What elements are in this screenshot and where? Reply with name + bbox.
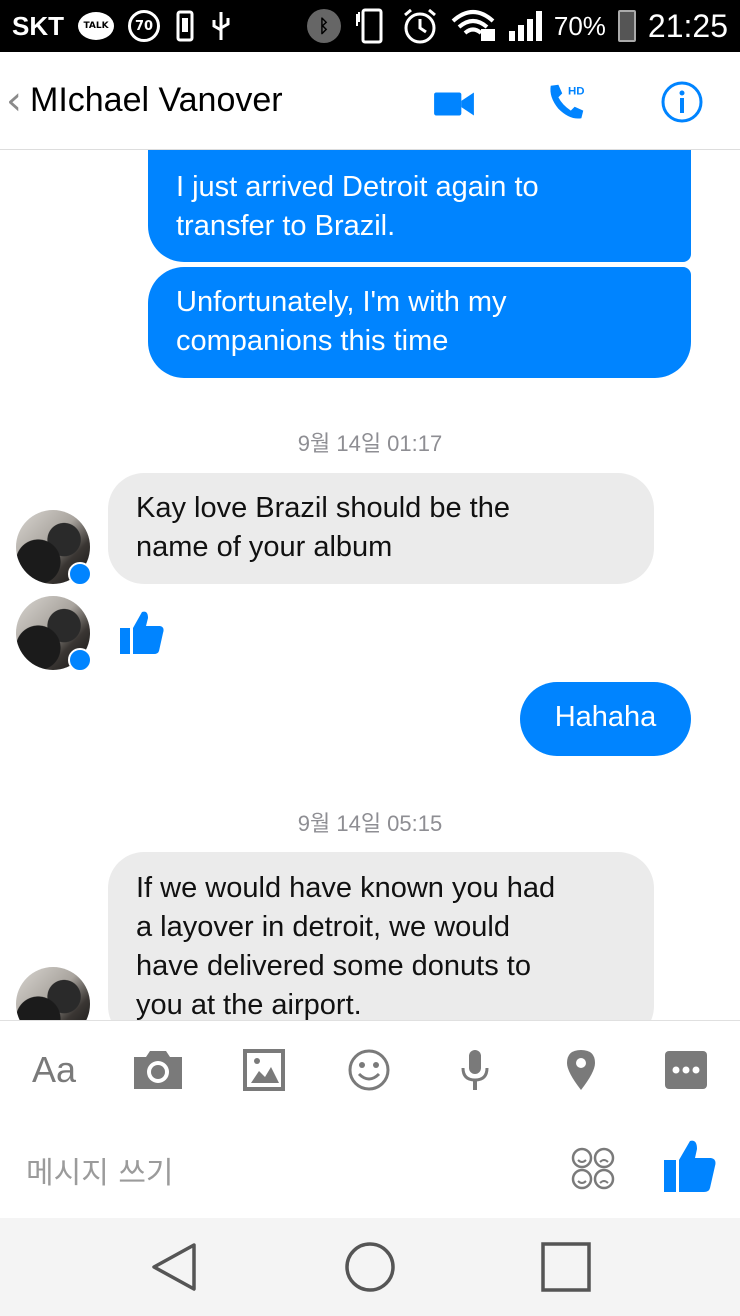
message-line: I just arrived Detroit again to [176, 171, 539, 203]
composer-toolbar: Aa [0, 1020, 740, 1118]
message-line: Unfortunately, I'm with my [176, 286, 507, 318]
contact-avatar[interactable] [16, 967, 90, 1020]
wifi-locked-icon [451, 10, 495, 41]
like-sticker-icon[interactable] [118, 608, 166, 658]
contact-name[interactable]: MIchael Vanover [30, 81, 283, 120]
carrier-label: SKT [12, 10, 64, 41]
like-button-icon[interactable] [662, 1138, 718, 1194]
message-bubble-outgoing[interactable]: I just arrived Detroit again to transfer… [148, 150, 691, 262]
message-line: companions this time [176, 325, 449, 357]
kakaotalk-icon: TALK [78, 12, 114, 40]
message-line: name of your album [136, 531, 393, 563]
battery-percent: 70% [553, 10, 606, 41]
vibrate-icon [355, 8, 383, 44]
message-bubble-incoming[interactable]: If we would have known you had a layover… [108, 852, 654, 1020]
messenger-screen: SKT TALK 70 ᛒ 70% 21:25 ‹ MIchael Vanove… [0, 0, 740, 1316]
status-bar: SKT TALK 70 ᛒ 70% 21:25 [0, 0, 740, 52]
message-composer: 메시지 쓰기 [0, 1118, 740, 1218]
camera-icon[interactable] [132, 1047, 184, 1093]
info-icon[interactable] [660, 80, 704, 124]
avatar-photo [16, 967, 90, 1020]
signal-strength-icon [508, 11, 542, 41]
message-bubble-outgoing[interactable]: Unfortunately, I'm with my companions th… [148, 267, 691, 378]
text-format-label: Aa [31, 1049, 77, 1090]
contact-avatar[interactable] [16, 510, 92, 586]
gallery-icon[interactable] [243, 1047, 285, 1093]
usb-icon [212, 12, 230, 40]
notification-count-badge: 70 [128, 10, 160, 42]
emoji-icon[interactable] [347, 1047, 391, 1093]
message-line: a layover in detroit, we would [136, 911, 510, 943]
alarm-icon [403, 8, 436, 44]
hd-voice-call-icon[interactable]: HD [545, 80, 589, 124]
message-bubble-incoming[interactable]: Kay love Brazil should be the name of yo… [108, 473, 654, 584]
message-line: Hahaha [554, 701, 657, 733]
recent-apps-nav-icon[interactable] [540, 1241, 592, 1293]
message-timestamp: 9월 14일 05:15 [297, 811, 443, 836]
home-nav-icon[interactable] [344, 1241, 396, 1293]
more-icon[interactable] [664, 1047, 708, 1093]
location-icon[interactable] [565, 1047, 597, 1093]
text-format-icon[interactable]: Aa [28, 1047, 80, 1093]
system-navigation-bar [0, 1218, 740, 1316]
svg-text:HD: HD [568, 85, 585, 97]
messenger-badge-icon [68, 648, 92, 672]
message-line: have delivered some donuts to [136, 950, 531, 982]
stickers-icon[interactable] [570, 1146, 618, 1192]
back-nav-icon[interactable] [150, 1241, 198, 1293]
storage-icon [176, 10, 194, 42]
message-line: transfer to Brazil. [176, 210, 396, 242]
message-thread[interactable]: I just arrived Detroit again to transfer… [0, 150, 740, 1020]
message-line: If we would have known you had [136, 872, 556, 904]
video-call-icon[interactable] [432, 82, 476, 126]
conversation-header: ‹ MIchael Vanover HD [0, 52, 740, 150]
microphone-icon[interactable] [460, 1047, 490, 1093]
message-line: Kay love Brazil should be the [136, 492, 510, 524]
back-chevron-icon[interactable]: ‹ [6, 81, 22, 121]
message-input[interactable]: 메시지 쓰기 [26, 1148, 174, 1192]
message-line: you at the airport. [136, 989, 362, 1020]
clock: 21:25 [647, 7, 728, 44]
message-timestamp: 9월 14일 01:17 [297, 431, 443, 456]
messenger-badge-icon [68, 562, 92, 586]
contact-avatar[interactable] [16, 596, 92, 672]
battery-icon [617, 10, 636, 42]
bluetooth-icon: ᛒ [306, 9, 341, 43]
message-bubble-outgoing[interactable]: Hahaha [520, 682, 691, 756]
